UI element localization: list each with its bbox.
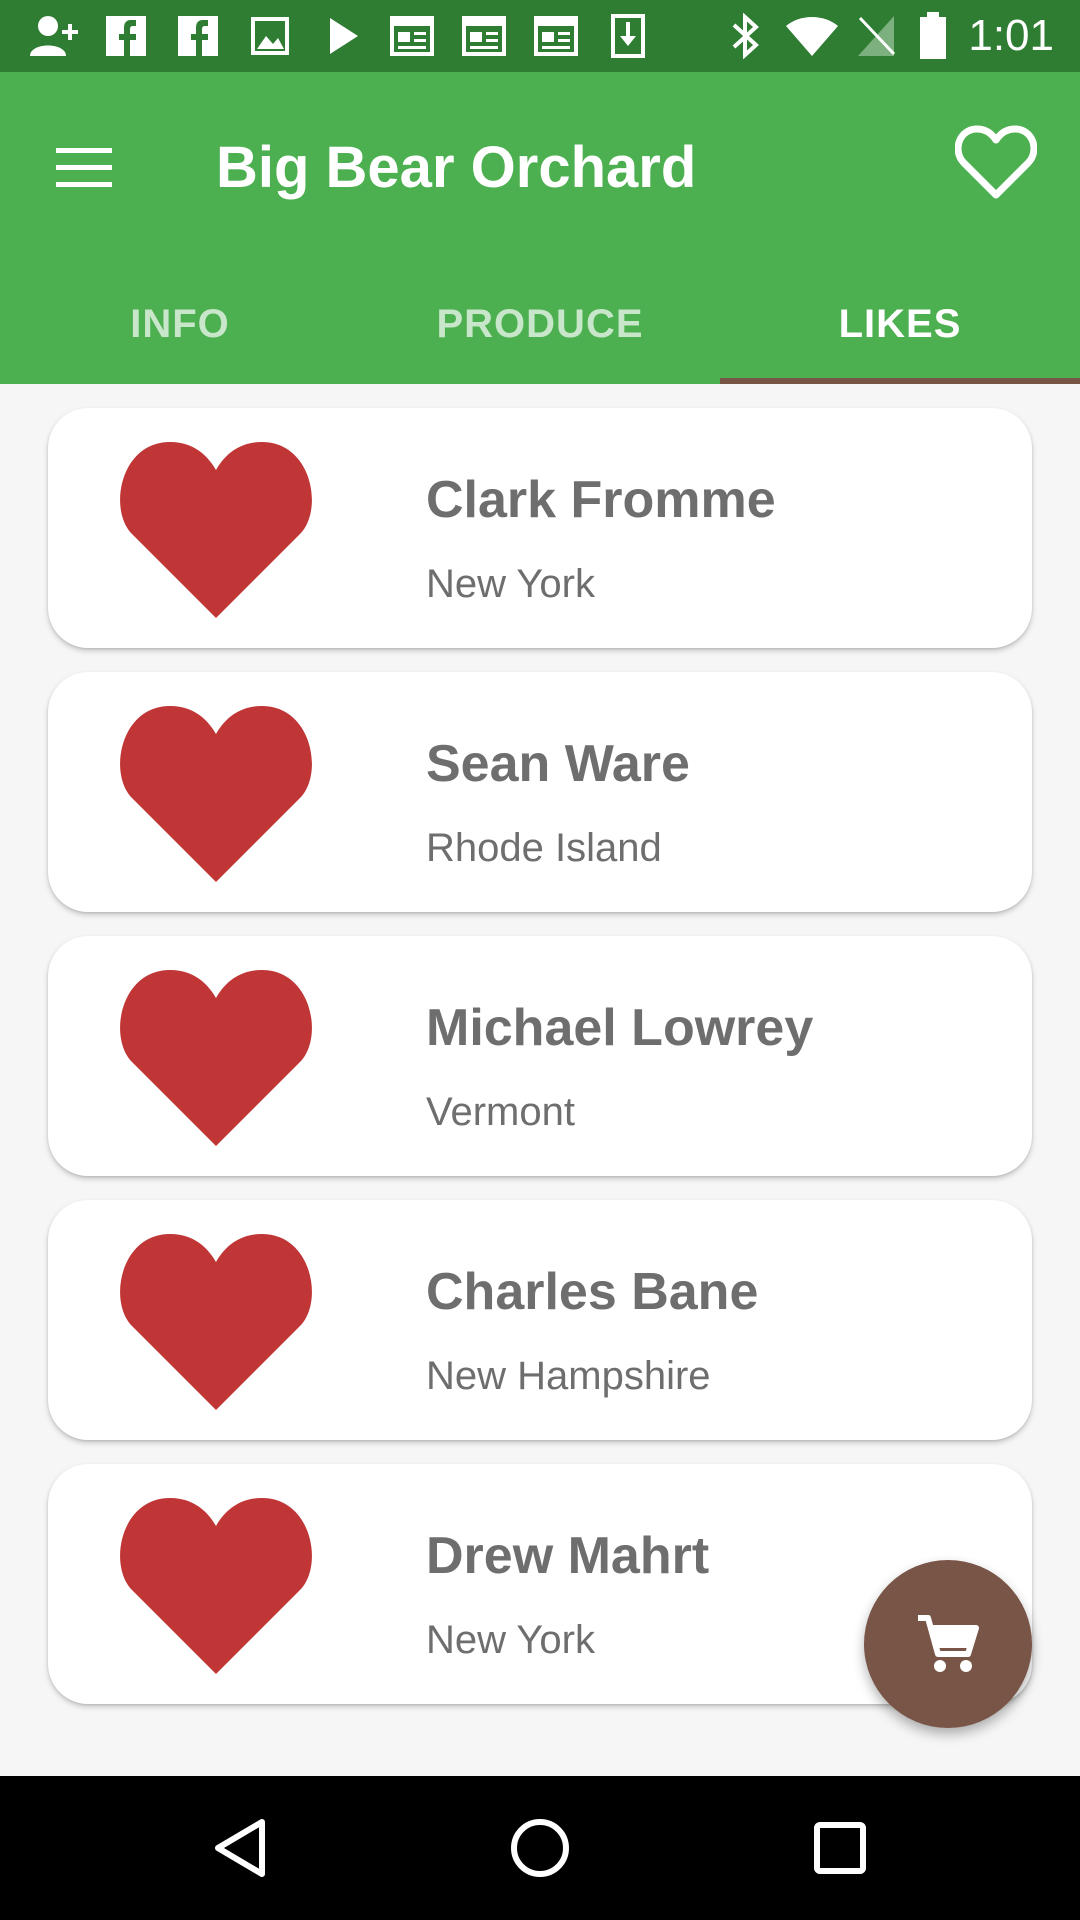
like-name: Drew Mahrt xyxy=(426,1527,710,1585)
recents-icon xyxy=(814,1822,866,1874)
like-location: New York xyxy=(426,562,595,606)
bluetooth-icon xyxy=(730,13,762,59)
tab-info[interactable]: INFO xyxy=(0,264,360,384)
news-icon xyxy=(390,14,434,58)
like-name: Michael Lowrey xyxy=(426,999,814,1057)
menu-button[interactable] xyxy=(40,124,128,212)
heart-icon xyxy=(120,1498,312,1674)
heart-icon xyxy=(120,1234,312,1410)
list-item[interactable]: Michael Lowrey Vermont xyxy=(48,936,1032,1176)
play-store-icon xyxy=(326,14,360,58)
like-name: Clark Fromme xyxy=(426,471,776,529)
like-name: Sean Ware xyxy=(426,735,690,793)
download-icon xyxy=(610,14,646,58)
like-location: New Hampshire xyxy=(426,1354,711,1398)
app-bar: Big Bear Orchard INFO PRODUCE LIKES xyxy=(0,72,1080,384)
menu-icon xyxy=(56,148,112,187)
status-bar: 1:01 xyxy=(0,0,1080,72)
like-location: New York xyxy=(426,1618,595,1662)
home-icon xyxy=(511,1819,569,1877)
list-item[interactable]: Clark Fromme New York xyxy=(48,408,1032,648)
page-title: Big Bear Orchard xyxy=(216,135,697,200)
list-item[interactable]: Charles Bane New Hampshire xyxy=(48,1200,1032,1440)
heart-outline-icon xyxy=(955,125,1037,199)
like-location: Vermont xyxy=(426,1090,575,1134)
heart-icon xyxy=(120,706,312,882)
battery-icon xyxy=(918,12,948,59)
like-name: Charles Bane xyxy=(426,1263,759,1321)
no-signal-icon xyxy=(856,14,896,58)
heart-icon xyxy=(120,970,312,1146)
recents-button[interactable] xyxy=(800,1808,880,1888)
like-location: Rhode Island xyxy=(426,826,662,870)
back-button[interactable] xyxy=(200,1808,280,1888)
tab-likes[interactable]: LIKES xyxy=(720,264,1080,384)
favorite-button[interactable] xyxy=(946,112,1046,212)
news-icon xyxy=(462,14,506,58)
heart-icon xyxy=(120,442,312,618)
facebook-icon xyxy=(176,14,220,58)
news-icon xyxy=(534,14,578,58)
image-icon xyxy=(250,14,290,58)
list-item[interactable]: Sean Ware Rhode Island xyxy=(48,672,1032,912)
cart-button[interactable] xyxy=(864,1560,1032,1728)
facebook-icon xyxy=(104,14,148,58)
likes-list: Clark Fromme New York Sean Ware Rhode Is… xyxy=(48,408,1032,1728)
tab-produce[interactable]: PRODUCE xyxy=(360,264,720,384)
tab-bar: INFO PRODUCE LIKES xyxy=(0,264,1080,384)
wifi-icon xyxy=(784,14,840,58)
status-time: 1:01 xyxy=(968,11,1054,60)
home-button[interactable] xyxy=(500,1808,580,1888)
add-contact-icon xyxy=(28,14,80,58)
cart-icon xyxy=(918,1615,979,1672)
back-icon xyxy=(215,1819,265,1877)
navigation-bar xyxy=(0,1776,1080,1920)
